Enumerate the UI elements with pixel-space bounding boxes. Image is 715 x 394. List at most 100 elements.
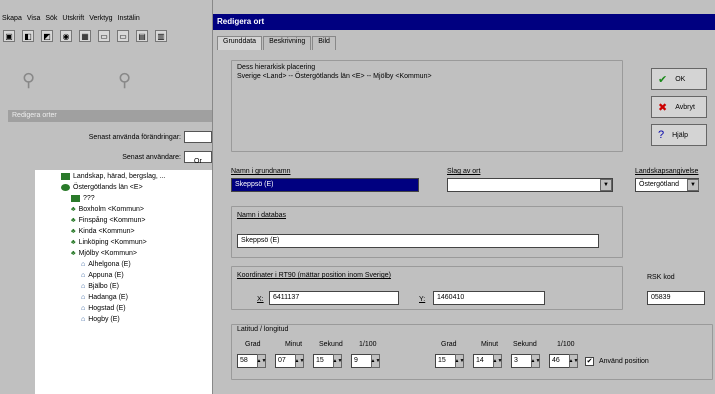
tab-bild[interactable]: Bild	[312, 36, 336, 50]
database-input[interactable]: Skeppsö (E)	[237, 234, 599, 248]
menu-item[interactable]: Sök	[45, 15, 57, 22]
recent-user-row: Senast användare:	[8, 150, 212, 164]
tab-grunddata[interactable]: Grunddata	[217, 36, 263, 50]
latlong-label: Latitud / longitud	[237, 326, 289, 333]
tab-beskrivning[interactable]: Beskrivning	[263, 36, 312, 50]
tree-item[interactable]: ♣ Boxholm <Kommun>	[71, 205, 144, 214]
tree-item[interactable]: Landskap, härad, bergslag, ...	[61, 172, 166, 181]
hierarchy-value: Sverige <Land> -- Östergötlands län <E> …	[237, 73, 432, 80]
lat-grad-header: Grad	[245, 341, 261, 348]
lon-minut-header: Minut	[481, 341, 499, 348]
tree-item[interactable]: ⌂ Bjälbo (E)	[81, 282, 119, 291]
help-button[interactable]: ? Hjälp	[651, 124, 707, 146]
menu-item[interactable]: Instälin	[118, 15, 140, 22]
help-icon: ?	[658, 129, 665, 141]
tree-item[interactable]: ♣ Kinda <Kommun>	[71, 227, 135, 236]
lon-hundredth-header: 1/100	[557, 341, 575, 348]
municipality-icon: ♣	[71, 206, 76, 213]
spin-arrow-icon[interactable]: ▲▼	[333, 354, 342, 368]
menu-bar: Skapa Visa Sök Utskrift Verktyg Instälin	[0, 12, 212, 25]
menu-item[interactable]: Skapa	[2, 15, 22, 22]
use-position-label: Använd position	[599, 358, 649, 365]
window-icon[interactable]: ▤	[136, 30, 148, 42]
check-icon: ✔	[658, 73, 668, 86]
municipality-icon: ♣	[71, 239, 76, 246]
recent-user-label: Senast användare:	[122, 153, 181, 161]
y-input[interactable]: 1460410	[433, 291, 545, 305]
globe-icon[interactable]: ◉	[60, 30, 72, 42]
database-group	[231, 206, 623, 258]
spin-arrow-icon[interactable]: ▲▼	[569, 354, 578, 368]
spin-arrow-icon[interactable]: ▲▼	[371, 354, 380, 368]
recent-input[interactable]	[184, 131, 212, 143]
tree-header: Or	[194, 158, 202, 165]
database-label: Namn i databas	[237, 212, 287, 219]
x-input[interactable]: 6411137	[269, 291, 399, 305]
type-select[interactable]	[447, 178, 613, 192]
latlong-group	[231, 324, 713, 380]
tree-item[interactable]: ⌂ Appuna (E)	[81, 271, 124, 280]
panel-title: Redigera orter	[8, 110, 212, 122]
tree-item[interactable]: ♣ Mjölby <Kommun>	[71, 249, 137, 258]
spin-arrow-icon[interactable]: ▲▼	[455, 354, 464, 368]
tree-item[interactable]: Östergötlands län <E>	[61, 183, 143, 192]
person-icon[interactable]: ⚲	[118, 70, 131, 91]
hierarchy-label: Dess hierarkisk placering	[237, 64, 316, 71]
open-icon[interactable]: ◧	[22, 30, 34, 42]
type-label: Slag av ort	[447, 168, 481, 175]
spin-arrow-icon[interactable]: ▲▼	[257, 354, 266, 368]
coordinate-label: Koordinater i RT90 (mättar position inom…	[237, 272, 391, 279]
person-icons: ⚲ ⚲	[0, 70, 212, 100]
lon-sekund-header: Sekund	[513, 341, 537, 348]
menu-item[interactable]: Verktyg	[89, 15, 112, 22]
menu-item[interactable]: Utskrift	[62, 15, 84, 22]
recent-label: Senast använda förändringar:	[88, 133, 181, 141]
ok-button[interactable]: ✔ OK	[651, 68, 707, 90]
lat-minut-header: Minut	[285, 341, 303, 348]
tree-item[interactable]: ⌂ Hadanga (E)	[81, 293, 128, 302]
spin-arrow-icon[interactable]: ▲▼	[295, 354, 304, 368]
place-tree: Landskap, härad, bergslag, ... Östergötl…	[35, 170, 212, 394]
municipality-icon: ♣	[71, 250, 76, 257]
window-icon[interactable]: ▭	[98, 30, 110, 42]
spin-arrow-icon[interactable]: ▲▼	[493, 354, 502, 368]
window-icon[interactable]: ▥	[155, 30, 167, 42]
tree-item[interactable]: ⌂ Alhelgona (E)	[81, 260, 131, 269]
toolbar: ▣ ◧ ◩ ◉ ▦ ▭ ▭ ▤ ▥	[0, 27, 212, 45]
parish-icon: ⌂	[81, 272, 86, 279]
municipality-icon: ♣	[71, 217, 76, 224]
cancel-button[interactable]: ✖ Avbryt	[651, 96, 707, 118]
chevron-down-icon[interactable]: ▼	[687, 179, 699, 191]
edit-place-dialog: Redigera ort Grunddata Beskrivning Bild …	[212, 0, 715, 394]
parish-icon: ⌂	[81, 261, 86, 268]
region-icon	[61, 184, 70, 191]
lat-hundredth-header: 1/100	[359, 341, 377, 348]
tree-item[interactable]: ⌂ Hogby (E)	[81, 315, 120, 324]
parish-icon: ⌂	[81, 283, 86, 290]
parish-icon: ⌂	[81, 294, 86, 301]
name-label: Namn i grundnamn	[231, 168, 291, 175]
region-label: Landskapsangivelse	[635, 168, 699, 175]
screen: Skapa Visa Sök Utskrift Verktyg Instälin…	[0, 0, 715, 394]
save-icon[interactable]: ▣	[3, 30, 15, 42]
lat-sekund-header: Sekund	[319, 341, 343, 348]
spin-arrow-icon[interactable]: ▲▼	[531, 354, 540, 368]
window-icon[interactable]: ▭	[117, 30, 129, 42]
tree-item[interactable]: ♣ Finspång <Kommun>	[71, 216, 146, 225]
tree-item[interactable]: ⌂ Hogstad (E)	[81, 304, 126, 313]
tree-item[interactable]: ???	[71, 194, 95, 203]
tab-bar: Grunddata Beskrivning Bild	[217, 36, 337, 50]
edit-icon[interactable]: ◩	[41, 30, 53, 42]
menu-item[interactable]: Visa	[27, 15, 41, 22]
chevron-down-icon[interactable]: ▼	[600, 179, 612, 191]
rsk-input[interactable]: 05839	[647, 291, 705, 305]
x-label: X:	[257, 296, 264, 303]
rsk-label: RSK kod	[647, 274, 675, 281]
use-position-checkbox[interactable]: ✔	[585, 357, 594, 366]
person-icon[interactable]: ⚲	[22, 70, 35, 91]
grid-icon[interactable]: ▦	[79, 30, 91, 42]
parish-icon: ⌂	[81, 316, 86, 323]
name-input[interactable]: Skeppsö (E)	[231, 178, 419, 192]
tree-item[interactable]: ♣ Linköping <Kommun>	[71, 238, 147, 247]
dialog-title: Redigera ort	[213, 14, 715, 30]
